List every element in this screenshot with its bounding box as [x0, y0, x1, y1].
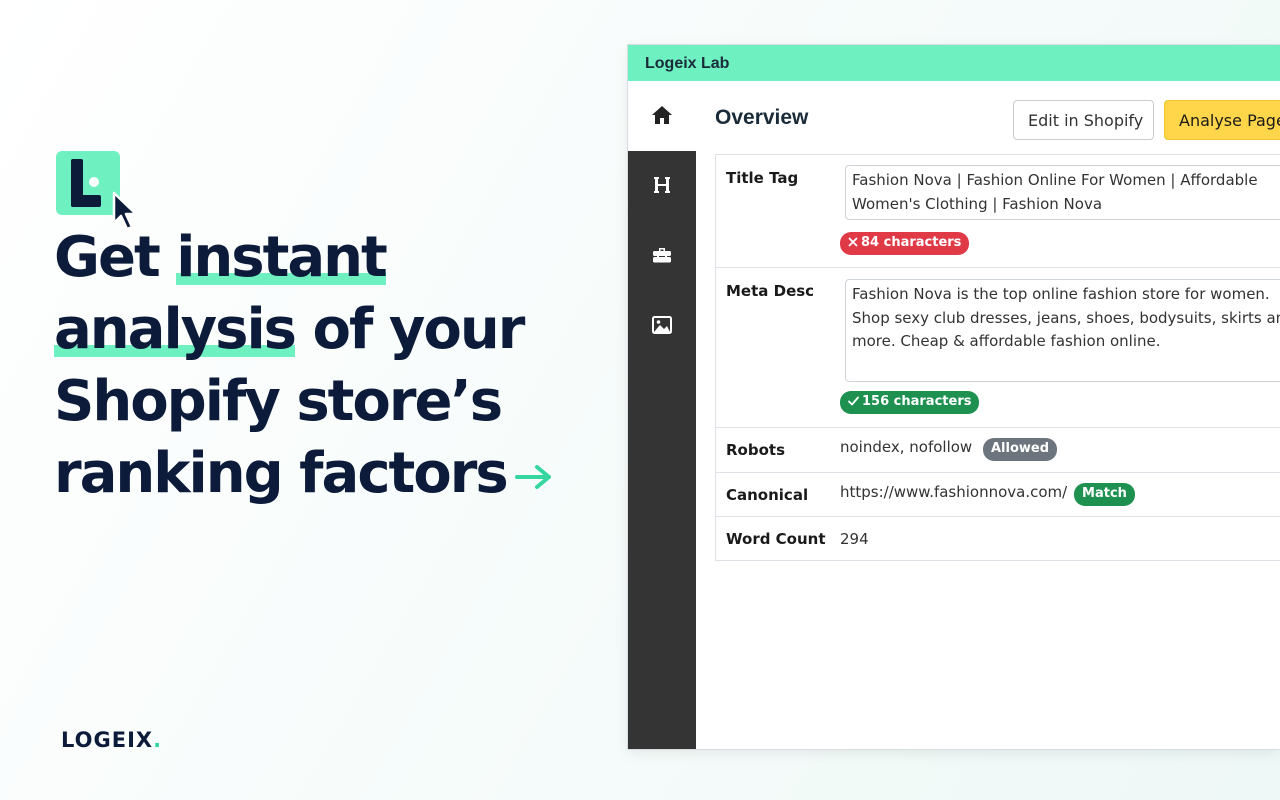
- brand-name: LOGEIX: [61, 728, 154, 752]
- headline-text: ranking factors: [54, 441, 509, 506]
- row-label: Word Count: [726, 530, 826, 548]
- canonical-badge: Match: [1074, 483, 1135, 506]
- edit-in-shopify-button[interactable]: Edit in Shopify: [1013, 100, 1154, 140]
- headline-text: of your: [295, 297, 526, 362]
- main-panel: Overview Edit in Shopify Analyse Page Ti…: [696, 81, 1280, 749]
- brand-wordmark: LOGEIX.: [61, 728, 162, 752]
- overview-table: Title Tag Fashion Nova | Fashion Online …: [715, 154, 1280, 561]
- hero-headline: Get instant analysis of your Shopify sto…: [54, 222, 594, 510]
- headline-highlight: instant: [176, 225, 388, 290]
- check-icon: [848, 396, 859, 406]
- row-value: https://www.fashionnova.com/ Match: [840, 483, 1135, 506]
- badge-text: 84 characters: [861, 235, 962, 250]
- sidebar: [628, 81, 696, 749]
- headline-highlight: analysis: [54, 297, 297, 362]
- row-label: Canonical: [726, 486, 809, 504]
- meta-desc-field[interactable]: Fashion Nova is the top online fashion s…: [845, 279, 1280, 382]
- headline-text: Shopify store’s: [54, 369, 503, 434]
- page-title: Overview: [715, 106, 809, 129]
- table-row-meta-desc: Meta Desc Fashion Nova is the top online…: [716, 268, 1280, 428]
- table-row-robots: Robots noindex, nofollow Allowed: [716, 428, 1280, 473]
- headline-text: Get: [54, 225, 177, 290]
- home-icon[interactable]: [650, 103, 674, 127]
- toolbox-icon[interactable]: [650, 243, 674, 267]
- robots-value: noindex, nofollow: [840, 438, 973, 456]
- table-row-word-count: Word Count 294: [716, 517, 1280, 561]
- badge-text: 156 characters: [862, 394, 972, 409]
- canonical-url: https://www.fashionnova.com/: [840, 483, 1068, 501]
- analyse-page-button[interactable]: Analyse Page: [1164, 100, 1280, 140]
- sidebar-item-home[interactable]: [628, 81, 696, 151]
- cross-icon: [848, 237, 858, 247]
- arrow-right-icon: [514, 464, 551, 489]
- title-length-badge: 84 characters: [840, 232, 970, 255]
- heading-icon[interactable]: [650, 173, 674, 197]
- app-window: Logeix Lab Overview Edit in Shopify Anal…: [628, 45, 1280, 749]
- table-row-title-tag: Title Tag Fashion Nova | Fashion Online …: [716, 155, 1280, 268]
- meta-length-badge: 156 characters: [840, 391, 980, 414]
- robots-badge: Allowed: [982, 438, 1058, 461]
- app-title: Logeix Lab: [628, 45, 1280, 81]
- row-value: noindex, nofollow Allowed: [840, 438, 1058, 461]
- word-count-value: 294: [840, 530, 869, 548]
- brand-dot: .: [153, 728, 163, 752]
- title-tag-field[interactable]: Fashion Nova | Fashion Online For Women …: [845, 165, 1280, 220]
- row-label: Title Tag: [726, 169, 799, 187]
- row-label: Robots: [726, 441, 785, 459]
- table-row-canonical: Canonical https://www.fashionnova.com/ M…: [716, 473, 1280, 517]
- image-icon[interactable]: [650, 313, 674, 337]
- row-label: Meta Desc: [726, 282, 815, 300]
